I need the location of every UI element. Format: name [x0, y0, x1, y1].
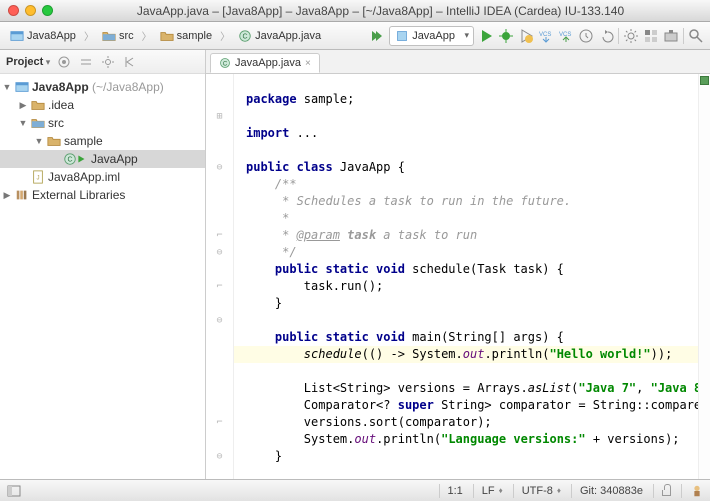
editor-area: C JavaApp.java × ⊞ ⊖ ⌐ ⊖ ⌐ ⊖: [206, 50, 710, 479]
breadcrumb-label: JavaApp.java: [255, 30, 321, 42]
error-stripe[interactable]: [698, 74, 710, 479]
breadcrumb-label: Java8App: [27, 30, 76, 42]
window-title: JavaApp.java – [Java8App] – Java8App – […: [59, 4, 702, 18]
java-class-icon: C: [238, 29, 252, 43]
run-config-icon: [396, 30, 408, 42]
tree-node-idea[interactable]: ▶ .idea: [0, 96, 205, 114]
tool-windows-toggle[interactable]: [6, 483, 22, 499]
window-titlebar: JavaApp.java – [Java8App] – Java8App – […: [0, 0, 710, 22]
tree-node-src[interactable]: ▼ src: [0, 114, 205, 132]
tree-node-external-libs[interactable]: ▶ External Libraries: [0, 186, 205, 204]
separator: [683, 28, 684, 44]
git-branch[interactable]: Git: 340883e: [571, 484, 643, 498]
coverage-button[interactable]: [518, 28, 534, 44]
separator: [618, 28, 619, 44]
tree-node-javaapp[interactable]: C JavaApp: [0, 150, 205, 168]
debug-button[interactable]: [498, 28, 514, 44]
line-separator[interactable]: LF ♦: [473, 484, 503, 498]
package-icon: [47, 134, 61, 148]
breadcrumb-project[interactable]: Java8App: [6, 28, 80, 44]
breadcrumb-sep: 〉: [220, 28, 230, 43]
vcs-update-button[interactable]: VCS: [538, 28, 554, 44]
package-icon: [160, 29, 174, 43]
window-controls: [8, 5, 53, 16]
inspection-indicator[interactable]: [700, 76, 709, 85]
breadcrumb-sep: 〉: [84, 28, 94, 43]
vcs-revert-button[interactable]: [598, 28, 614, 44]
tree-root[interactable]: ▼ Java8App (~/Java8App): [0, 78, 205, 96]
editor-tab[interactable]: C JavaApp.java ×: [210, 53, 320, 73]
search-everywhere-button[interactable]: [688, 28, 704, 44]
file-encoding[interactable]: UTF-8 ♦: [513, 484, 561, 498]
source-folder-icon: [31, 116, 45, 130]
svg-text:VCS: VCS: [539, 32, 551, 38]
run-config-dropdown[interactable]: JavaApp: [389, 26, 474, 46]
collapse-all-icon[interactable]: [78, 54, 94, 70]
breadcrumb-file[interactable]: C JavaApp.java: [234, 28, 325, 44]
project-structure-button[interactable]: [643, 28, 659, 44]
code-editor[interactable]: ⊞ ⊖ ⌐ ⊖ ⌐ ⊖ ⌐ ⊖: [206, 74, 710, 479]
make-project-button[interactable]: [369, 28, 385, 44]
tab-label: JavaApp.java: [235, 57, 301, 69]
settings-button[interactable]: [623, 28, 639, 44]
vcs-history-button[interactable]: [578, 28, 594, 44]
hector-icon[interactable]: [681, 484, 704, 498]
folder-icon: [31, 98, 45, 112]
sdk-button[interactable]: [663, 28, 679, 44]
editor-tabs: C JavaApp.java ×: [206, 50, 710, 74]
editor-gutter[interactable]: ⊞ ⊖ ⌐ ⊖ ⌐ ⊖ ⌐ ⊖: [206, 74, 234, 479]
hide-tool-window-icon[interactable]: [122, 54, 138, 70]
project-view-header: Project: [0, 50, 205, 74]
library-icon: [15, 188, 29, 202]
svg-text:C: C: [223, 61, 228, 67]
breadcrumb-sep: 〉: [142, 28, 152, 43]
tree-node-sample[interactable]: ▼ sample: [0, 132, 205, 150]
close-tab-icon[interactable]: ×: [305, 58, 311, 69]
run-config-label: JavaApp: [412, 30, 455, 42]
breadcrumb-label: sample: [177, 30, 212, 42]
breadcrumb-label: src: [119, 30, 134, 42]
view-options-icon[interactable]: [100, 54, 116, 70]
svg-text:C: C: [67, 157, 72, 164]
iml-file-icon: J: [31, 170, 45, 184]
lock-icon: [662, 490, 671, 496]
main-toolbar: Java8App 〉 src 〉 sample 〉 C JavaApp.java…: [0, 22, 710, 50]
caret-position[interactable]: 1:1: [439, 484, 463, 498]
run-button[interactable]: [478, 28, 494, 44]
code-body[interactable]: package sample; import ... public class …: [234, 74, 698, 479]
svg-text:VCS: VCS: [559, 32, 571, 38]
svg-text:J: J: [36, 175, 39, 182]
source-folder-icon: [102, 29, 116, 43]
autoscroll-from-source-icon[interactable]: [56, 54, 72, 70]
minimize-window-button[interactable]: [25, 5, 36, 16]
project-view-switch[interactable]: Project: [6, 56, 50, 68]
project-tree[interactable]: ▼ Java8App (~/Java8App) ▶ .idea ▼ src ▼ …: [0, 74, 205, 208]
runnable-icon: [74, 152, 88, 166]
project-tool-window: Project ▼ Java8App (~/Java8App) ▶ .idea …: [0, 50, 206, 479]
module-icon: [15, 80, 29, 94]
tree-node-iml[interactable]: J Java8App.iml: [0, 168, 205, 186]
svg-text:C: C: [243, 33, 248, 40]
close-window-button[interactable]: [8, 5, 19, 16]
breadcrumb-src[interactable]: src: [98, 28, 138, 44]
vcs-commit-button[interactable]: VCS: [558, 28, 574, 44]
status-bar: 1:1 LF ♦ UTF-8 ♦ Git: 340883e: [0, 479, 710, 501]
java-class-icon: C: [219, 57, 231, 69]
zoom-window-button[interactable]: [42, 5, 53, 16]
breadcrumb-package[interactable]: sample: [156, 28, 216, 44]
readonly-toggle[interactable]: [653, 484, 671, 498]
module-icon: [10, 29, 24, 43]
